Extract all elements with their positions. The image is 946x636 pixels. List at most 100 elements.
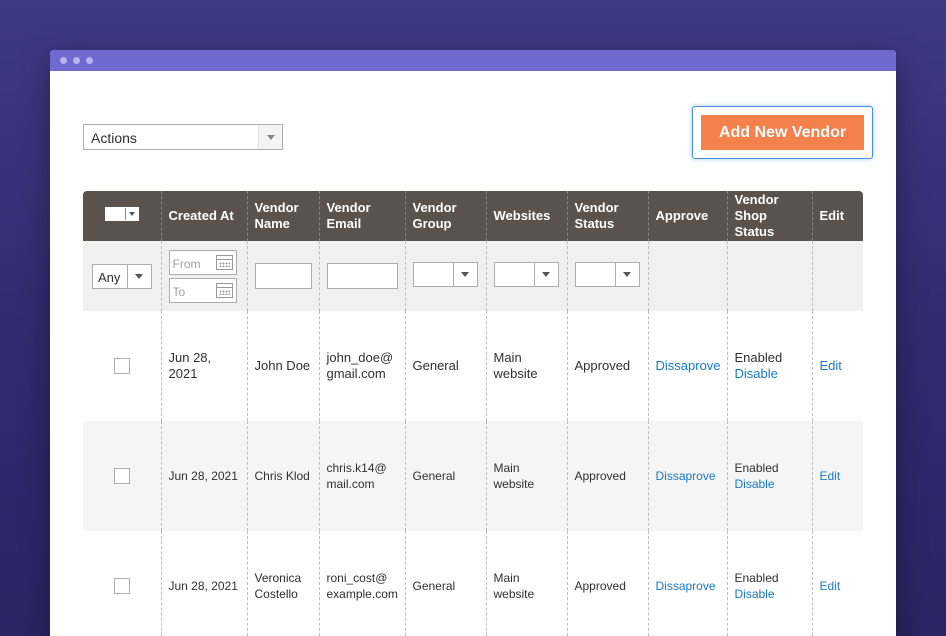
dissaprove-link[interactable]: Dissaprove [656,579,716,593]
table-row: Jun 28, 2021 Chris Klod chris.k14@ mail.… [83,421,863,531]
column-header-vendor-name[interactable]: Vendor Name [246,191,319,241]
date-from-input[interactable]: From [168,249,237,275]
any-filter-select[interactable]: Any [92,263,152,289]
vendor-name-cell: John Doe [246,311,319,421]
column-header-vendor-group[interactable]: Vendor Group [404,191,486,241]
shop-status-cell: Enabled Disable [726,421,812,531]
app-window: Actions Add New Vendor Created At Vendor… [50,50,896,636]
filter-cell [726,241,812,311]
vendor-name-filter-input[interactable] [254,263,312,289]
grid-header-row: Created At Vendor Name Vendor Email Vend… [83,191,863,241]
column-header-vendor-email[interactable]: Vendor Email [318,191,405,241]
chevron-down-icon [258,125,282,149]
vendor-status-cell: Approved [566,311,648,421]
vendor-email-cell: chris.k14@ mail.com [318,421,405,531]
window-dot-icon [73,57,80,64]
shop-status-cell: Enabled Disable [726,311,812,421]
filter-cell [485,241,567,311]
add-new-vendor-button[interactable]: Add New Vendor [701,115,864,150]
column-header-websites[interactable]: Websites [485,191,567,241]
edit-cell: Edit [811,421,863,531]
shop-status-text: Enabled [734,571,779,585]
websites-cell: Main website [485,531,567,636]
edit-link[interactable]: Edit [820,579,841,593]
row-select-cell [83,421,161,531]
edit-cell: Edit [811,311,863,421]
vendor-email-cell: roni_cost@ example.com [318,531,405,636]
edit-cell: Edit [811,531,863,636]
vendor-group-cell: General [404,311,486,421]
approve-cell: Dissaprove [647,311,727,421]
any-filter-label: Any [98,269,121,285]
vendor-grid: Created At Vendor Name Vendor Email Vend… [83,191,863,636]
filter-row: Any From To [83,241,863,311]
dissaprove-link[interactable]: Dissaprove [656,358,721,373]
row-checkbox[interactable] [113,468,130,484]
approve-cell: Dissaprove [647,531,727,636]
chevron-down-icon [127,264,151,288]
edit-link[interactable]: Edit [820,469,841,483]
vendor-status-filter-select[interactable] [574,261,640,287]
vendor-group-cell: General [404,421,486,531]
vendor-email-cell: john_doe@ gmail.com [318,311,405,421]
disable-link[interactable]: Disable [735,476,805,492]
window-dot-icon [60,57,67,64]
column-header-edit[interactable]: Edit [811,191,863,241]
filter-cell [404,241,486,311]
table-row: Jun 28, 2021 Veronica Costello roni_cost… [83,531,863,636]
shop-status-text: Enabled [734,461,779,475]
filter-cell [318,241,405,311]
filter-cell [566,241,648,311]
filter-cell [246,241,319,311]
disable-link[interactable]: Disable [735,586,805,602]
column-header-approve[interactable]: Approve [647,191,727,241]
vendor-group-filter-select[interactable] [412,261,478,287]
window-titlebar [50,50,896,71]
vendor-name-cell: Chris Klod [246,421,319,531]
approve-cell: Dissaprove [647,421,727,531]
vendor-name-cell: Veronica Costello [246,531,319,636]
websites-filter-select[interactable] [493,261,559,287]
filter-cell: From To [160,241,247,311]
chevron-down-icon [533,262,558,286]
edit-link[interactable]: Edit [820,358,842,373]
date-from-placeholder: From [172,256,201,271]
chevron-down-icon [124,208,138,220]
vendor-email-filter-input[interactable] [326,263,398,289]
add-vendor-focus-ring: Add New Vendor [692,106,873,159]
created-at-cell: Jun 28, 2021 [160,421,247,531]
mass-select-dropdown[interactable] [104,207,139,221]
row-select-cell [83,531,161,636]
created-at-cell: Jun 28, 2021 [160,531,247,636]
mass-select-header[interactable] [83,191,161,241]
vendor-status-cell: Approved [566,421,648,531]
dissaprove-link[interactable]: Dissaprove [656,469,716,483]
shop-status-cell: Enabled Disable [726,531,812,636]
window-dot-icon [86,57,93,64]
vendor-status-cell: Approved [566,531,648,636]
chevron-down-icon [452,262,477,286]
chevron-down-icon [614,262,639,286]
column-header-shop-status[interactable]: Vendor Shop Status [726,191,812,241]
created-at-cell: Jun 28, 2021 [160,311,247,421]
actions-dropdown-label: Actions [91,130,137,146]
table-row: Jun 28, 2021 John Doe john_doe@ gmail.co… [83,311,863,421]
calendar-icon[interactable] [215,282,233,298]
calendar-icon[interactable] [215,254,233,270]
vendor-group-cell: General [404,531,486,636]
row-checkbox[interactable] [113,358,130,374]
disable-link[interactable]: Disable [735,366,805,382]
websites-cell: Main website [485,311,567,421]
date-to-placeholder: To [172,284,186,299]
column-header-vendor-status[interactable]: Vendor Status [566,191,648,241]
row-checkbox[interactable] [113,578,130,594]
column-header-created-at[interactable]: Created At [160,191,247,241]
date-to-input[interactable]: To [168,277,237,303]
filter-cell [647,241,727,311]
websites-cell: Main website [485,421,567,531]
filter-cell [811,241,863,311]
shop-status-text: Enabled [734,350,783,365]
row-select-cell [83,311,161,421]
filter-cell: Any [83,241,161,311]
actions-dropdown[interactable]: Actions [83,124,283,150]
